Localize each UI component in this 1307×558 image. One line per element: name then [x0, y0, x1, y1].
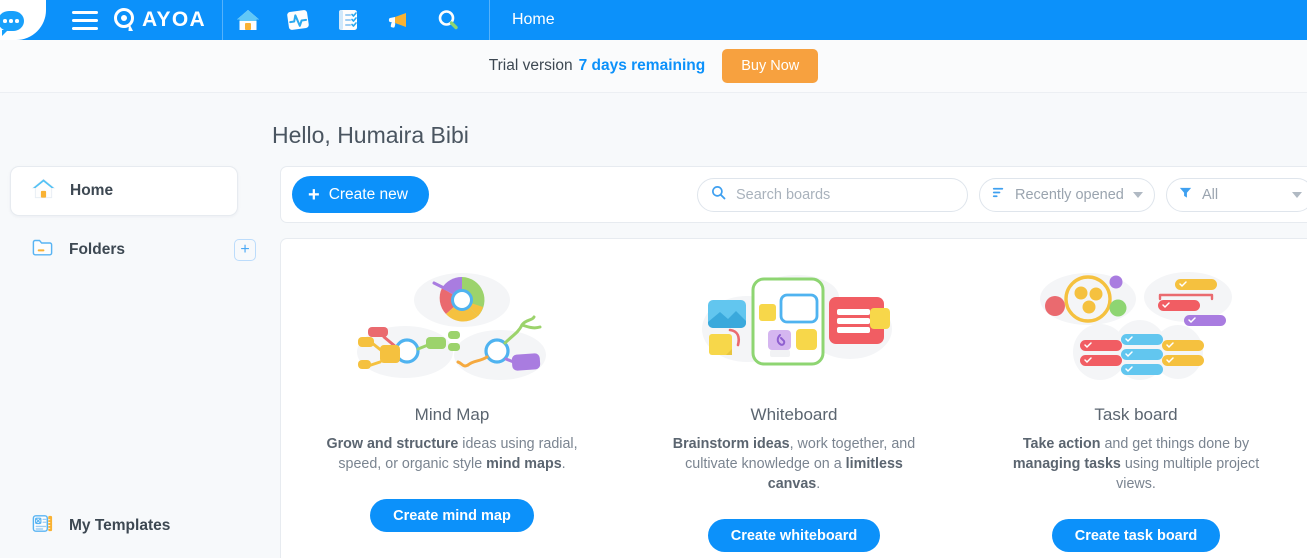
create-new-label: Create new [328, 185, 408, 203]
card-desc-mind-map: Grow and structure ideas using radial, s… [326, 436, 578, 472]
create-task-board-button[interactable]: Create task board [1051, 519, 1221, 552]
card-whiteboard: Whiteboard Brainstorm ideas, work togeth… [623, 251, 965, 558]
activity-pulse-icon[interactable] [273, 0, 323, 40]
greeting-heading: Hello, Humaira Bibi [272, 122, 469, 148]
card-title-task-board: Task board [1094, 405, 1178, 424]
sort-dropdown[interactable]: Recently opened [979, 177, 1155, 212]
card-desc-whiteboard: Brainstorm ideas, work together, and cul… [672, 436, 916, 492]
create-mind-map-button[interactable]: Create mind map [370, 499, 534, 532]
sidebar-item-label-folders: Folders [69, 241, 125, 258]
chevron-down-icon [1133, 191, 1143, 198]
sidebar: Home Folders + My Templates [0, 93, 270, 558]
sidebar-item-home[interactable]: Home [10, 166, 238, 216]
create-new-button[interactable]: + Create new [292, 176, 429, 213]
sidebar-item-my-templates[interactable]: My Templates [10, 501, 238, 551]
whiteboard-illustration [692, 251, 897, 401]
sort-dropdown-label: Recently opened [1015, 186, 1124, 203]
task-list-icon[interactable] [323, 0, 373, 40]
main-content: Hello, Humaira Bibi + Create new Search … [270, 93, 1307, 558]
brand-text: AYOA [142, 8, 206, 31]
sidebar-item-label-home: Home [70, 182, 114, 199]
header-divider-right [488, 0, 490, 40]
megaphone-icon[interactable] [373, 0, 423, 40]
mind-map-illustration [350, 251, 555, 401]
home-icon [31, 177, 56, 205]
search-icon[interactable] [423, 0, 473, 40]
card-task-board: Task board Take action and get things do… [965, 251, 1307, 558]
create-whiteboard-button[interactable]: Create whiteboard [707, 519, 881, 552]
template-icon [30, 512, 55, 540]
folder-icon [30, 236, 55, 264]
search-icon [711, 185, 726, 205]
trial-banner: Trial version 7 days remaining Buy Now [0, 40, 1307, 93]
chat-tab[interactable] [0, 0, 46, 40]
page-title: Home [511, 11, 555, 28]
search-boards-field[interactable] [697, 177, 968, 212]
buy-now-button[interactable]: Buy Now [722, 49, 819, 83]
card-desc-task-board: Take action and get things done by manag… [1012, 436, 1260, 492]
sidebar-item-folders[interactable]: Folders + [10, 225, 256, 275]
chevron-down-icon-filter [1292, 191, 1302, 198]
card-mind-map: Mind Map Grow and structure ideas using … [281, 251, 623, 558]
top-header-bar: AYOA Home [0, 0, 1307, 40]
chat-bubble-icon[interactable] [0, 11, 24, 36]
ayoa-mark-icon [112, 7, 138, 33]
filter-dropdown[interactable]: All [1166, 177, 1307, 212]
sidebar-item-label-my-templates: My Templates [69, 517, 171, 534]
board-type-cards: Mind Map Grow and structure ideas using … [281, 239, 1307, 558]
brand-logo[interactable]: AYOA [112, 7, 206, 33]
card-title-whiteboard: Whiteboard [750, 405, 838, 424]
task-board-illustration [1030, 251, 1242, 401]
plus-icon: + [308, 183, 320, 206]
sort-icon [991, 185, 1006, 205]
trial-days-remaining: 7 days remaining [578, 57, 706, 74]
search-input[interactable] [736, 186, 954, 203]
trial-prefix: Trial version [488, 57, 573, 74]
board-type-panel: Mind Map Grow and structure ideas using … [280, 238, 1307, 558]
add-folder-button[interactable]: + [234, 239, 256, 261]
filter-dropdown-label: All [1202, 186, 1219, 203]
boards-toolbar: + Create new Recently opened [280, 166, 1307, 223]
header-icon-group [223, 0, 473, 40]
home-icon[interactable] [223, 0, 273, 40]
card-title-mind-map: Mind Map [414, 405, 490, 424]
hamburger-menu-icon[interactable] [72, 10, 98, 30]
filter-icon [1178, 185, 1193, 205]
